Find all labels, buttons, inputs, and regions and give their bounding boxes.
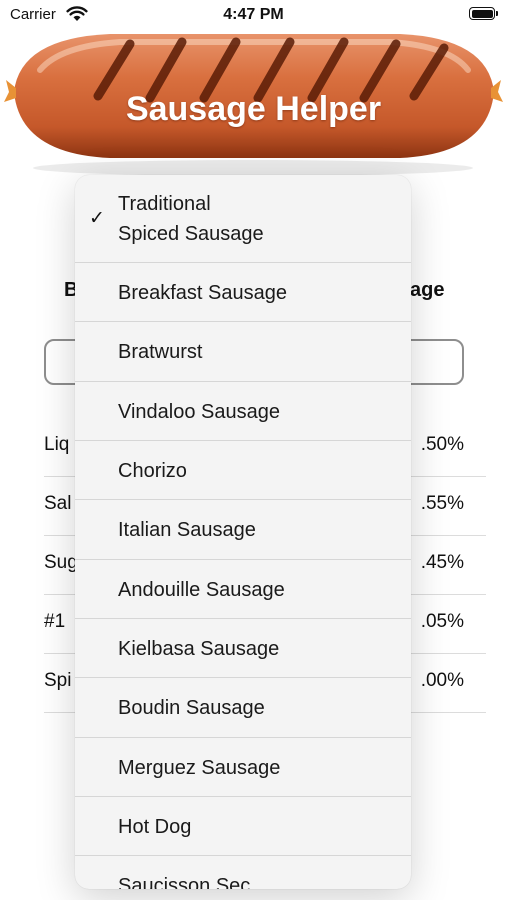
menu-item-andouille-sausage[interactable]: Andouille Sausage	[75, 560, 411, 619]
menu-item-label: Hot Dog	[118, 816, 192, 838]
checkmark-icon: ✓	[89, 208, 105, 229]
menu-item-chorizo[interactable]: Chorizo	[75, 441, 411, 500]
ingredient-percent: .00%	[420, 670, 464, 691]
menu-item-label: Italian Sausage	[118, 519, 256, 541]
menu-item-vindaloo-sausage[interactable]: Vindaloo Sausage	[75, 382, 411, 441]
ingredient-name: #1	[44, 611, 66, 632]
menu-item-boudin-sausage[interactable]: Boudin Sausage	[75, 678, 411, 738]
menu-item-label: Traditional	[118, 193, 211, 215]
ingredient-percent: .05%	[420, 611, 464, 632]
menu-item-hot-dog[interactable]: Hot Dog	[75, 797, 411, 856]
ingredient-percent: .55%	[420, 493, 464, 514]
menu-item-label: Boudin Sausage	[118, 697, 265, 719]
ingredient-name: Liq	[44, 434, 70, 455]
menu-item-label: Kielbasa Sausage	[118, 638, 280, 660]
menu-item-label: Saucisson Sec	[118, 875, 251, 889]
menu-item-traditional-spiced-sausage[interactable]: ✓ Traditional Spiced Sausage	[75, 175, 411, 263]
menu-item-bratwurst[interactable]: Bratwurst	[75, 322, 411, 382]
menu-item-label: Vindaloo Sausage	[118, 401, 280, 423]
menu-item-label: Chorizo	[118, 460, 187, 482]
menu-item-italian-sausage[interactable]: Italian Sausage	[75, 500, 411, 560]
sausage-type-menu: ✓ Traditional Spiced Sausage Breakfast S…	[75, 175, 411, 889]
menu-item-label: Spiced Sausage	[118, 223, 264, 245]
menu-item-kielbasa-sausage[interactable]: Kielbasa Sausage	[75, 619, 411, 678]
menu-item-merguez-sausage[interactable]: Merguez Sausage	[75, 738, 411, 797]
ingredient-name: Sal	[44, 493, 72, 514]
ingredient-percent: .50%	[420, 434, 464, 455]
menu-item-label: Andouille Sausage	[118, 579, 285, 601]
ingredient-name: Sug	[44, 552, 78, 573]
menu-item-breakfast-sausage[interactable]: Breakfast Sausage	[75, 263, 411, 322]
field-label-right: age	[410, 279, 445, 301]
menu-item-saucisson-sec[interactable]: Saucisson Sec	[75, 856, 411, 889]
menu-item-label: Breakfast Sausage	[118, 282, 287, 304]
ingredient-percent: .45%	[420, 552, 464, 573]
ingredient-name: Spi	[44, 670, 72, 691]
menu-item-label: Bratwurst	[118, 341, 203, 363]
menu-item-label: Merguez Sausage	[118, 757, 281, 779]
